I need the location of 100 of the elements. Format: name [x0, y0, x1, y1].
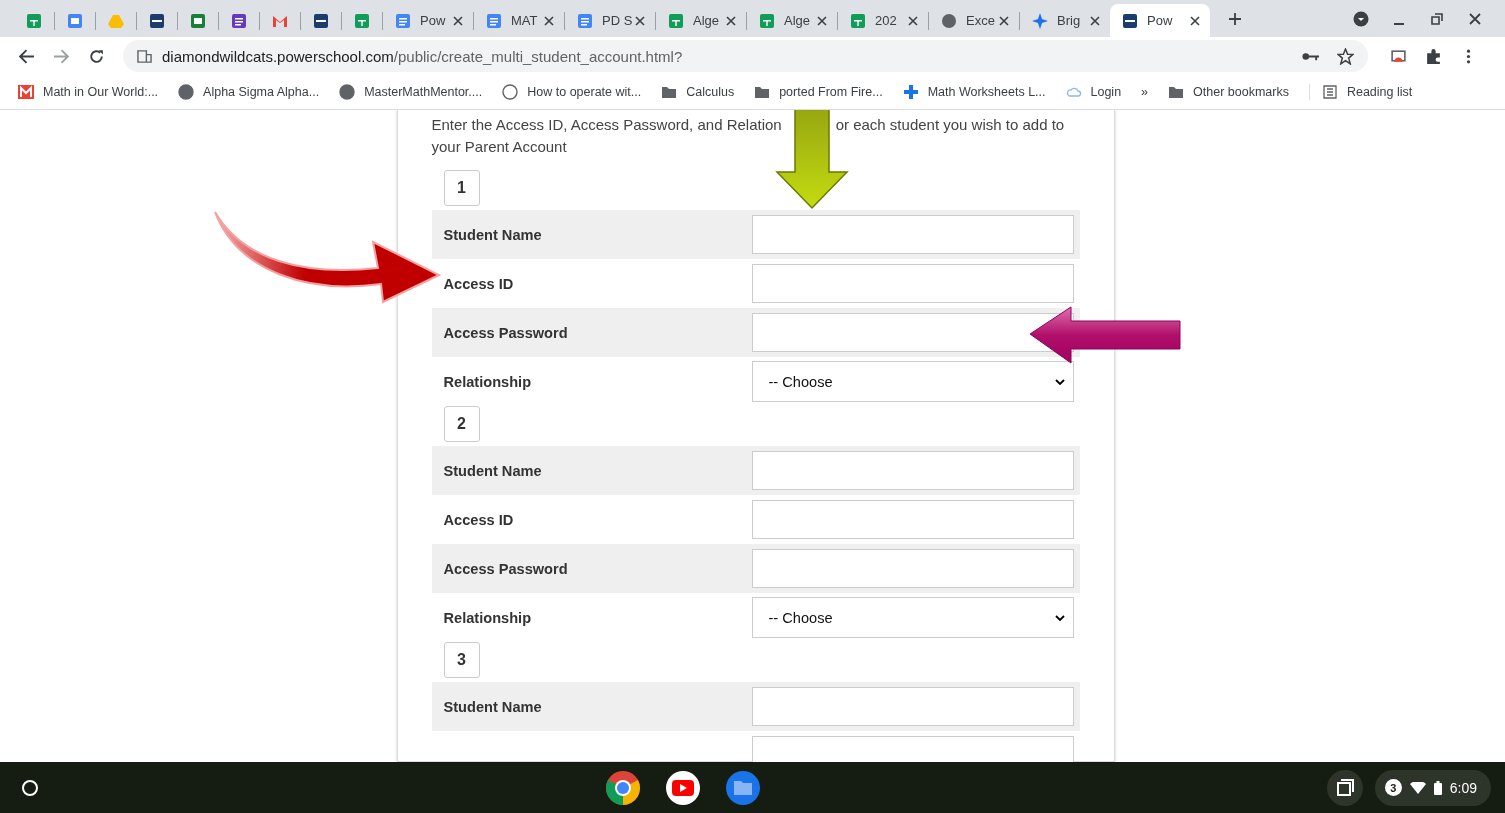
- reload-icon[interactable]: [88, 47, 105, 65]
- bookmark[interactable]: Math in Our World:...: [18, 84, 159, 100]
- tab-icon: [231, 12, 247, 29]
- bookmark[interactable]: ported From Fire...: [754, 84, 883, 100]
- close-icon[interactable]: [453, 15, 463, 26]
- relationship-dropdown[interactable]: -- Choose: [751, 597, 1074, 638]
- field-label: Student Name: [443, 226, 543, 243]
- input-field[interactable]: [751, 687, 1074, 726]
- input-field[interactable]: [751, 264, 1074, 303]
- field-label: Relationship: [443, 373, 533, 390]
- field-label: Student Name: [443, 462, 543, 479]
- files-icon[interactable]: [725, 769, 762, 806]
- bookmark[interactable]: MasterMathMentor....: [339, 84, 483, 100]
- field-label: Access ID: [443, 275, 515, 292]
- chrome-icon[interactable]: [605, 769, 642, 806]
- tab-icon: [26, 12, 42, 29]
- bookmark[interactable]: Calculus: [661, 84, 735, 100]
- close-icon[interactable]: [726, 15, 736, 26]
- wifi-icon: [1409, 781, 1426, 794]
- bookmark-icon: [661, 84, 678, 100]
- bookmark-label: Other bookmarks: [1193, 85, 1289, 99]
- browser-tab[interactable]: Alge: [656, 4, 746, 37]
- bookmark[interactable]: Alpha Sigma Alpha...: [178, 84, 320, 100]
- student-number: 3: [443, 642, 480, 678]
- bookmark-icon: [1321, 84, 1338, 100]
- bookmark-label: How to operate wit...: [527, 85, 642, 99]
- input-field[interactable]: [751, 215, 1074, 254]
- tab-icon: [190, 12, 206, 29]
- bookmark[interactable]: Other bookmarks: [1168, 84, 1289, 100]
- bookmark[interactable]: How to operate wit...: [502, 84, 642, 100]
- bookmark-icon: [178, 84, 195, 100]
- tab-icon: [313, 12, 329, 29]
- chevron-icon: [1054, 614, 1065, 621]
- close-icon[interactable]: [1090, 15, 1100, 26]
- bookmark-label: Reading list: [1346, 85, 1413, 99]
- browser-tab[interactable]: Pow: [1110, 4, 1210, 37]
- clock-time: 6:09: [1449, 779, 1477, 796]
- tab-icon: [668, 12, 684, 29]
- tab-title: Pow: [420, 13, 447, 28]
- browser-tab[interactable]: Pow: [383, 4, 473, 37]
- star-icon[interactable]: [1337, 47, 1354, 65]
- browser-tab[interactable]: Brig: [1020, 4, 1110, 37]
- forward-icon[interactable]: [53, 47, 70, 65]
- browser-tab[interactable]: 202: [838, 4, 928, 37]
- launcher-icon[interactable]: [20, 777, 40, 798]
- close-icon[interactable]: [635, 15, 645, 26]
- input-field[interactable]: [751, 549, 1074, 588]
- status-area[interactable]: 3 6:09: [1374, 769, 1491, 806]
- close-icon[interactable]: [817, 15, 827, 26]
- tab-title: Exce: [966, 13, 996, 28]
- bookmark-label: MasterMathMentor....: [364, 85, 483, 99]
- input-field[interactable]: [751, 451, 1074, 490]
- tab-icon: [1122, 12, 1138, 29]
- tab-title: Alge: [693, 13, 721, 28]
- browser-tab[interactable]: MAT: [474, 4, 564, 37]
- student-number: 1: [443, 170, 480, 206]
- bookmark-icon: [339, 84, 356, 100]
- tab-icon: [149, 12, 165, 29]
- new-tab-icon[interactable]: [1228, 11, 1242, 26]
- url-text: diamondwildcats.powerschool.com/public/create_multi_student_account.html?: [162, 47, 683, 65]
- tab-icon: [850, 12, 866, 29]
- browser-tab[interactable]: Alge: [747, 4, 837, 37]
- address-bar[interactable]: diamondwildcats.powerschool.com/public/create_multi_student_account.html?: [123, 40, 1368, 72]
- tab-icon: [486, 12, 502, 29]
- tab-search-icon[interactable]: [1353, 10, 1369, 27]
- cast-icon[interactable]: [1390, 47, 1407, 65]
- close-icon[interactable]: [544, 15, 554, 26]
- browser-tab[interactable]: Exce: [929, 4, 1019, 37]
- intro-text: Enter the Access ID, Access Password, and Relation or each student you wish to add to your Parent Account: [431, 115, 1066, 157]
- bookmark-label: ported From Fire...: [779, 85, 883, 99]
- tab-icon: [941, 12, 957, 29]
- tab-title: PD S: [602, 13, 634, 28]
- more-bookmarks-button[interactable]: »: [1141, 85, 1149, 99]
- bookmark-icon: [502, 84, 519, 100]
- input-field[interactable]: [751, 500, 1074, 539]
- back-icon[interactable]: [18, 47, 35, 65]
- close-icon[interactable]: [1467, 10, 1483, 27]
- bookmark[interactable]: Login: [1065, 84, 1122, 100]
- close-icon[interactable]: [1190, 15, 1200, 26]
- tote-icon[interactable]: [1326, 769, 1363, 806]
- notification-count: 3: [1384, 779, 1402, 796]
- bookmark-label: Calculus: [686, 85, 735, 99]
- relationship-dropdown[interactable]: -- Choose: [751, 361, 1074, 402]
- browser-tab[interactable]: PD S: [565, 4, 655, 37]
- field-label: Access Password: [443, 324, 569, 341]
- site-info-icon[interactable]: [137, 48, 152, 64]
- bookmark[interactable]: Math Worksheets L...: [902, 84, 1046, 100]
- student-number: 2: [443, 406, 480, 442]
- tab-title: MAT: [511, 13, 539, 28]
- bookmark-label: Math Worksheets L...: [927, 85, 1046, 99]
- bookmark[interactable]: Reading list: [1308, 84, 1413, 100]
- restore-icon[interactable]: [1429, 10, 1445, 27]
- tab-title: 202: [875, 13, 898, 28]
- close-icon[interactable]: [908, 15, 918, 26]
- tab-title: Brig: [1057, 13, 1082, 28]
- chevron-icon: [1054, 378, 1065, 385]
- video-app-icon[interactable]: [665, 769, 702, 806]
- close-icon[interactable]: [999, 15, 1009, 26]
- extensions-icon[interactable]: [1425, 47, 1442, 65]
- tab-title: Pow: [1147, 13, 1174, 28]
